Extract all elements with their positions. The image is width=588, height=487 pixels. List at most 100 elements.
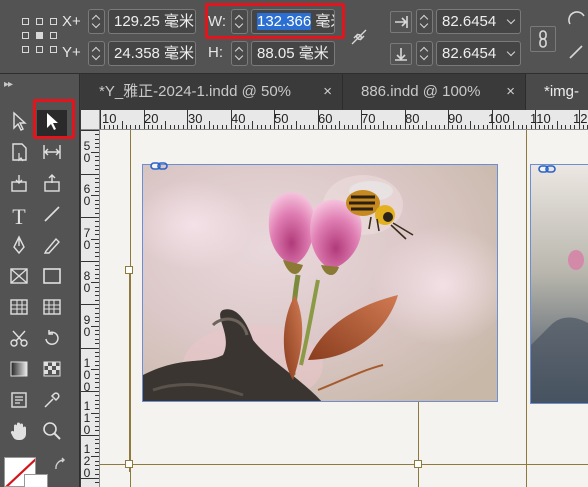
close-icon[interactable]: × xyxy=(323,74,332,110)
content-placer-tool-icon[interactable] xyxy=(37,172,67,199)
height-field[interactable]: 88.05 毫米 xyxy=(251,41,335,66)
eyedropper-tool-icon[interactable] xyxy=(37,389,67,416)
ruler-tick xyxy=(569,125,571,129)
ruler-tick xyxy=(369,125,371,129)
ruler-tick xyxy=(95,447,99,449)
chevron-down-icon[interactable] xyxy=(506,47,516,57)
ruler-tick xyxy=(565,125,567,129)
ruler-tick xyxy=(165,121,167,129)
hand-tool-icon[interactable] xyxy=(4,420,34,447)
tools-panel: ▸▸ T xyxy=(0,74,80,487)
constrain-scale-link-icon[interactable] xyxy=(530,26,556,52)
vertical-ruler[interactable]: 5 0 6 0 7 0 8 0 9 0 1 0 0 1 1 0 1 2 0 xyxy=(81,130,100,487)
grid-tool-icon[interactable] xyxy=(37,296,67,323)
ruler-tick xyxy=(95,312,99,314)
rectangle-tool-icon[interactable] xyxy=(37,265,67,292)
ruler-label: 90 xyxy=(448,111,463,126)
content-collector-tool-icon[interactable] xyxy=(4,172,34,199)
ruler-tick xyxy=(326,125,328,129)
ruler-label: 30 xyxy=(188,111,203,126)
horizontal-ruler[interactable]: 10 20 30 40 50 60 70 80 90 100 110 12 xyxy=(100,110,588,130)
swap-colors-icon[interactable] xyxy=(50,455,72,477)
document-tab[interactable]: 886.indd @ 100% × xyxy=(343,74,526,110)
pencil-tool-icon[interactable] xyxy=(37,234,67,261)
x-position-field[interactable]: 129.25 毫米 xyxy=(108,9,196,34)
scale-y-stepper[interactable] xyxy=(416,41,433,66)
ruler-tick xyxy=(95,330,99,332)
ruler-tick xyxy=(365,125,367,129)
document-tab[interactable]: *img- xyxy=(526,74,588,110)
width-field-selected-text: 132.366 xyxy=(257,13,312,30)
chevron-down-icon[interactable] xyxy=(506,15,516,25)
ruler-tick xyxy=(95,190,99,192)
gradient-swatch-tool-icon[interactable] xyxy=(4,358,34,385)
y-stepper[interactable] xyxy=(88,41,105,66)
ruler-tick xyxy=(574,125,576,129)
line-tool-icon[interactable] xyxy=(37,203,67,230)
resize-handle[interactable] xyxy=(414,460,422,468)
ruler-tick xyxy=(95,395,99,397)
scale-x-field[interactable]: 82.6454 xyxy=(436,9,521,34)
gradient-feather-tool-icon[interactable] xyxy=(37,358,67,385)
width-stepper[interactable] xyxy=(231,9,248,34)
direct-selection-tool-icon[interactable] xyxy=(37,110,67,137)
rotate-icon[interactable] xyxy=(566,8,588,30)
reference-point-grid-icon[interactable] xyxy=(22,18,58,54)
stroke-swatch[interactable] xyxy=(24,474,48,487)
constrain-proportions-icon[interactable] xyxy=(348,26,370,48)
ruler-tick xyxy=(521,125,523,129)
ruler-tick xyxy=(81,347,99,349)
panel-grip-icon[interactable]: ▸▸ xyxy=(4,79,13,90)
scissors-tool-icon[interactable] xyxy=(4,327,34,354)
ruler-tick xyxy=(408,125,410,129)
ruler-label: 5 0 xyxy=(83,139,91,165)
scale-x-stepper[interactable] xyxy=(416,9,433,34)
note-tool-icon[interactable] xyxy=(4,389,34,416)
zoom-tool-icon[interactable] xyxy=(37,420,67,447)
resize-handle[interactable] xyxy=(125,460,133,468)
ruler-tick xyxy=(308,125,310,129)
selection-tool-icon[interactable] xyxy=(4,110,34,137)
scale-y-field[interactable]: 82.6454 xyxy=(436,41,521,66)
ruler-tick xyxy=(95,451,99,453)
column-guide xyxy=(526,130,527,487)
table-tool-icon[interactable] xyxy=(4,296,34,323)
shear-icon[interactable] xyxy=(566,42,588,64)
ruler-origin[interactable] xyxy=(81,110,100,130)
ruler-tick xyxy=(213,125,215,129)
image-frame-selected[interactable] xyxy=(142,164,498,402)
ruler-tick xyxy=(100,110,101,129)
x-stepper[interactable] xyxy=(88,9,105,34)
image-frame[interactable] xyxy=(530,164,588,404)
free-transform-tool-icon[interactable] xyxy=(37,327,67,354)
ruler-tick xyxy=(95,203,99,205)
gap-tool-icon[interactable] xyxy=(37,141,67,168)
ruler-label: 20 xyxy=(144,111,159,126)
height-stepper[interactable] xyxy=(231,41,248,66)
link-icon[interactable] xyxy=(538,161,556,173)
page-tool-icon[interactable] xyxy=(4,141,34,168)
ruler-tick xyxy=(313,125,315,129)
ruler-tick xyxy=(334,125,336,129)
y-position-field[interactable]: 24.358 毫米 xyxy=(108,41,196,66)
close-icon[interactable]: × xyxy=(506,74,515,110)
pen-tool-icon[interactable] xyxy=(4,234,34,261)
resize-handle[interactable] xyxy=(125,266,133,274)
rectangle-frame-tool-icon[interactable] xyxy=(4,265,34,292)
ruler-tick xyxy=(95,156,99,158)
type-tool-icon[interactable]: T xyxy=(4,203,34,230)
document-tab[interactable]: *Y_雅正-2024-1.indd @ 50% × xyxy=(81,74,343,110)
ruler-tick xyxy=(95,264,99,266)
link-icon[interactable] xyxy=(150,158,168,170)
ruler-tick xyxy=(500,125,502,129)
ruler-tick xyxy=(482,125,484,129)
document-canvas[interactable] xyxy=(100,130,588,487)
width-field[interactable]: 132.366 毫米 xyxy=(251,9,335,34)
ruler-tick xyxy=(95,273,99,275)
ruler-tick xyxy=(504,125,506,129)
ruler-tick xyxy=(461,125,463,129)
ruler-label: 1 1 0 xyxy=(83,399,91,437)
ruler-tick xyxy=(374,125,376,129)
ruler-tick xyxy=(347,125,349,129)
ruler-tick xyxy=(439,125,441,129)
